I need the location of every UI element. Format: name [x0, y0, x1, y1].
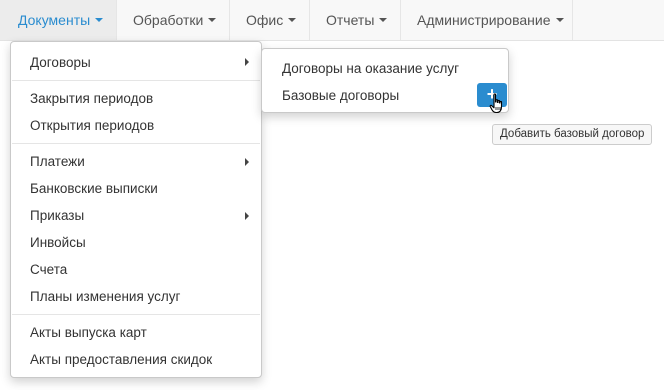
nav-office[interactable]: Офис [230, 0, 310, 40]
menu-item-service-change-plans-label: Планы изменения услуг [30, 289, 181, 304]
documents-dropdown: Договоры Закрытия периодов Открытия пери… [10, 41, 262, 378]
nav-reports-label: Отчеты [326, 12, 375, 28]
chevron-right-icon [245, 212, 249, 220]
submenu-item-service-contracts-label: Договоры на оказание услуг [282, 61, 460, 76]
nav-administration[interactable]: Администрирование [401, 0, 573, 40]
chevron-right-icon [245, 58, 249, 66]
menu-item-period-openings-label: Открытия периодов [30, 118, 155, 133]
menu-item-invoices-label: Инвойсы [30, 235, 86, 250]
tooltip-text: Добавить базовый договор [500, 128, 645, 140]
menu-divider [12, 314, 260, 315]
menu-item-discount-acts-label: Акты предоставления скидок [30, 352, 213, 367]
add-base-contract-tooltip: Добавить базовый договор [492, 124, 653, 145]
menu-item-payments-label: Платежи [30, 154, 85, 169]
menu-item-orders-label: Приказы [30, 208, 85, 223]
submenu-item-service-contracts[interactable]: Договоры на оказание услуг [262, 55, 508, 82]
menu-divider [12, 80, 260, 81]
menu-item-period-openings[interactable]: Открытия периодов [11, 112, 261, 139]
menu-item-bank-statements[interactable]: Банковские выписки [11, 175, 261, 202]
menu-item-bills-label: Счета [30, 262, 68, 277]
menu-item-bank-statements-label: Банковские выписки [30, 181, 158, 196]
nav-documents[interactable]: Документы [0, 0, 117, 40]
caret-down-icon [288, 18, 297, 23]
top-navbar: Документы Обработки Офис Отчеты Админист… [0, 0, 664, 41]
menu-item-invoices[interactable]: Инвойсы [11, 229, 261, 256]
menu-item-contracts-label: Договоры [30, 55, 91, 70]
menu-item-card-issue-acts-label: Акты выпуска карт [30, 325, 147, 340]
caret-down-icon [379, 18, 388, 23]
hand-pointer-icon [489, 93, 503, 114]
menu-divider [12, 143, 260, 144]
menu-item-card-issue-acts[interactable]: Акты выпуска карт [11, 319, 261, 346]
menu-item-period-closures-label: Закрытия периодов [30, 91, 154, 106]
caret-down-icon [555, 18, 564, 23]
menu-item-bills[interactable]: Счета [11, 256, 261, 283]
chevron-right-icon [245, 158, 249, 166]
menu-item-contracts[interactable]: Договоры [11, 49, 261, 76]
menu-item-service-change-plans[interactable]: Планы изменения услуг [11, 283, 261, 310]
menu-item-orders[interactable]: Приказы [11, 202, 261, 229]
nav-reports[interactable]: Отчеты [310, 0, 401, 40]
caret-down-icon [95, 18, 104, 23]
nav-processing[interactable]: Обработки [117, 0, 230, 40]
menu-item-discount-acts[interactable]: Акты предоставления скидок [11, 346, 261, 373]
contracts-submenu: Договоры на оказание услуг Базовые догов… [261, 48, 509, 113]
submenu-item-base-contracts[interactable]: Базовые договоры [262, 82, 508, 109]
caret-down-icon [208, 18, 217, 23]
nav-processing-label: Обработки [133, 12, 204, 28]
nav-administration-label: Администрирование [417, 12, 551, 28]
submenu-item-base-contracts-label: Базовые договоры [282, 88, 400, 103]
nav-office-label: Офис [246, 12, 284, 28]
nav-documents-label: Документы [18, 12, 91, 28]
menu-item-period-closures[interactable]: Закрытия периодов [11, 85, 261, 112]
menu-item-payments[interactable]: Платежи [11, 148, 261, 175]
